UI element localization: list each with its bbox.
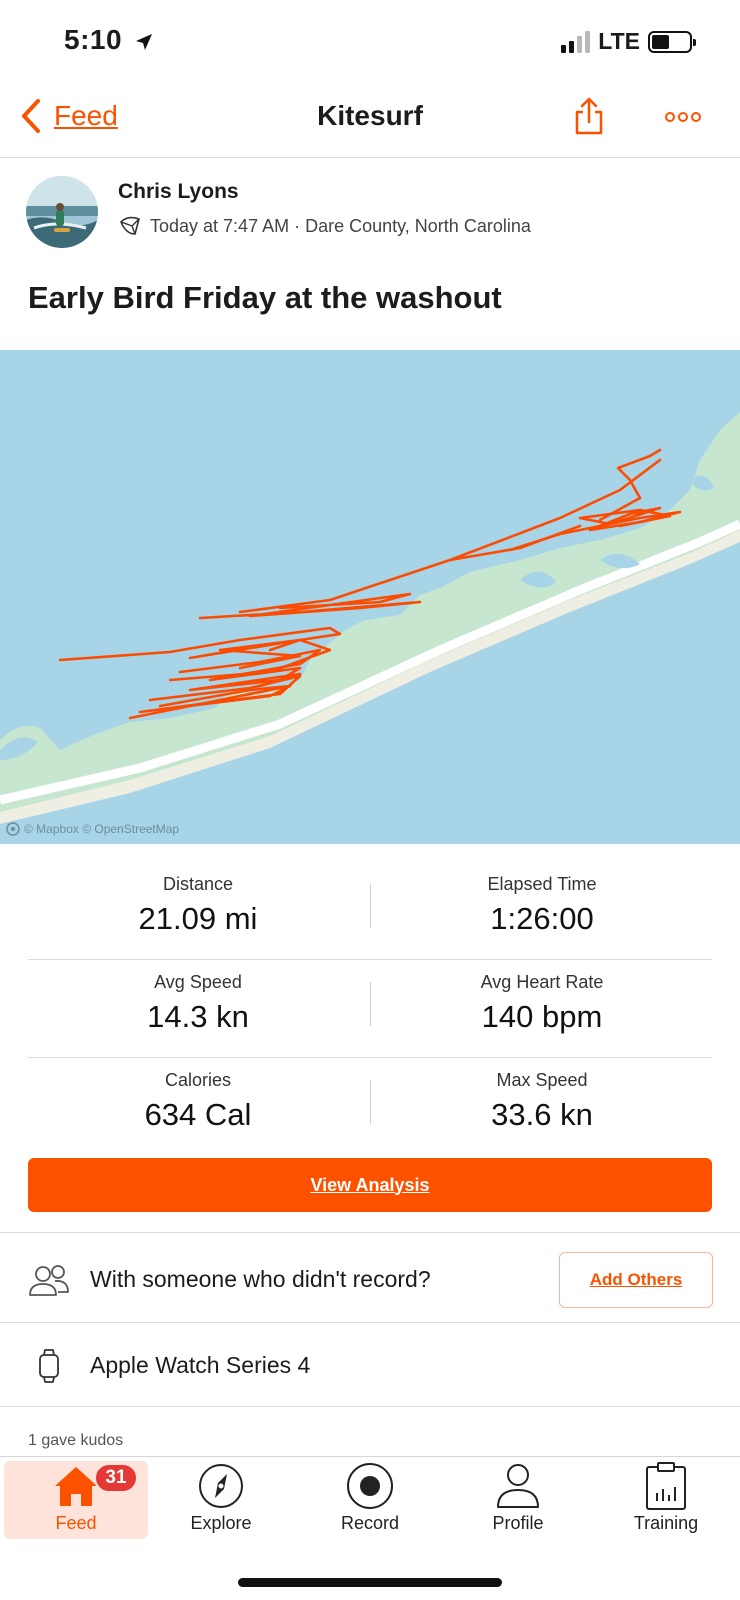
stat-label: Max Speed xyxy=(496,1070,588,1090)
with-others-text: With someone who didn't record? xyxy=(90,1266,431,1292)
map-attribution-text: © Mapbox © OpenStreetMap xyxy=(24,822,180,836)
athlete-header: Chris Lyons Today at 7:47 AM · Dare Coun… xyxy=(26,176,716,248)
activity-meta-text: Today at 7:47 AM · Dare County, North Ca… xyxy=(150,215,531,236)
status-bar: 5:10 LTE xyxy=(0,0,740,80)
share-icon xyxy=(575,97,603,135)
device-row: Apple Watch Series 4 xyxy=(28,1348,712,1384)
stat-row: Calories 634 Cal Max Speed 33.6 kn xyxy=(28,1058,712,1156)
stat-label: Avg Speed xyxy=(154,972,242,992)
tab-icon-wrap xyxy=(495,1461,541,1511)
activity-meta: Today at 7:47 AM · Dare County, North Ca… xyxy=(118,214,531,238)
location-arrow-icon xyxy=(136,33,153,50)
map-canvas xyxy=(0,350,740,844)
tab-label: Profile xyxy=(492,1513,544,1533)
compass-icon xyxy=(199,1464,243,1508)
tab-explore[interactable]: Explore xyxy=(149,1461,293,1539)
stat-avg-heart-rate: Avg Heart Rate 140 bpm xyxy=(372,972,712,1035)
share-button[interactable] xyxy=(574,96,604,141)
home-indicator xyxy=(238,1578,502,1587)
status-time: 5:10 xyxy=(64,24,154,56)
tab-icon-wrap: 31 xyxy=(52,1461,138,1511)
mapbox-logo-icon xyxy=(6,822,20,836)
tab-label: Training xyxy=(633,1513,699,1533)
stat-value: 21.09 mi xyxy=(138,901,258,936)
training-icon xyxy=(646,1462,686,1510)
stat-row: Distance 21.09 mi Elapsed Time 1:26:00 xyxy=(28,862,712,960)
stat-calories: Calories 634 Cal xyxy=(28,1070,368,1133)
tab-label: Explore xyxy=(190,1513,252,1533)
notification-badge: 31 xyxy=(94,1463,138,1493)
kudos-count[interactable]: 1 gave kudos xyxy=(28,1432,123,1450)
nav-bar: Feed Kitesurf xyxy=(0,80,740,158)
tab-feed[interactable]: 31 Feed xyxy=(4,1461,148,1539)
watch-icon xyxy=(39,1349,59,1383)
record-icon xyxy=(347,1463,393,1509)
battery-icon xyxy=(648,30,696,53)
stat-distance: Distance 21.09 mi xyxy=(28,874,368,937)
device-text: Apple Watch Series 4 xyxy=(90,1352,311,1378)
activity-title: Early Bird Friday at the washout xyxy=(28,280,502,315)
view-analysis-button[interactable]: View Analysis xyxy=(28,1158,712,1212)
stat-value: 634 Cal xyxy=(144,1097,252,1132)
stat-avg-speed: Avg Speed 14.3 kn xyxy=(28,972,368,1035)
tab-icon-wrap xyxy=(346,1461,394,1511)
status-indicators: LTE xyxy=(561,28,696,55)
stat-divider xyxy=(370,1080,371,1124)
stat-divider xyxy=(370,982,371,1026)
stat-label: Elapsed Time xyxy=(487,874,597,894)
people-icon xyxy=(29,1265,69,1296)
page-title: Kitesurf xyxy=(317,100,423,131)
stat-value: 14.3 kn xyxy=(147,999,249,1034)
tab-profile[interactable]: Profile xyxy=(446,1461,590,1539)
with-others-row: With someone who didn't record? Add Othe… xyxy=(28,1252,713,1308)
stat-value: 140 bpm xyxy=(481,999,603,1034)
divider xyxy=(0,1232,740,1233)
stat-divider xyxy=(370,884,371,928)
stat-value: 1:26:00 xyxy=(490,901,594,936)
stat-label: Distance xyxy=(162,874,234,894)
stat-label: Avg Heart Rate xyxy=(480,972,604,992)
tab-training[interactable]: Training xyxy=(594,1461,738,1539)
stats-grid: Distance 21.09 mi Elapsed Time 1:26:00 A… xyxy=(28,862,712,1156)
divider xyxy=(0,1406,740,1407)
tab-record[interactable]: Record xyxy=(298,1461,442,1539)
route-map[interactable]: © Mapbox © OpenStreetMap xyxy=(0,350,740,844)
stat-label: Calories xyxy=(164,1070,232,1090)
add-others-button[interactable]: Add Others xyxy=(559,1252,713,1308)
more-icon xyxy=(665,112,701,122)
stat-row: Avg Speed 14.3 kn Avg Heart Rate 140 bpm xyxy=(28,960,712,1058)
map-attribution[interactable]: © Mapbox © OpenStreetMap xyxy=(6,822,179,836)
more-options-button[interactable] xyxy=(664,110,702,128)
avatar[interactable] xyxy=(26,176,98,248)
athlete-name[interactable]: Chris Lyons xyxy=(118,180,239,204)
network-label: LTE xyxy=(598,28,640,54)
stat-elapsed-time: Elapsed Time 1:26:00 xyxy=(372,874,712,937)
tab-label: Record xyxy=(340,1513,400,1533)
kite-icon xyxy=(120,216,140,235)
stat-max-speed: Max Speed 33.6 kn xyxy=(372,1070,712,1133)
status-time-text: 5:10 xyxy=(64,24,123,55)
stat-value: 33.6 kn xyxy=(491,1097,593,1132)
signal-icon xyxy=(561,30,591,53)
home-icon xyxy=(55,1467,97,1506)
tab-icon-wrap xyxy=(198,1461,244,1511)
tab-label: Feed xyxy=(55,1513,97,1533)
tab-icon-wrap xyxy=(645,1461,687,1511)
divider xyxy=(0,1322,740,1323)
profile-icon xyxy=(497,1464,539,1508)
